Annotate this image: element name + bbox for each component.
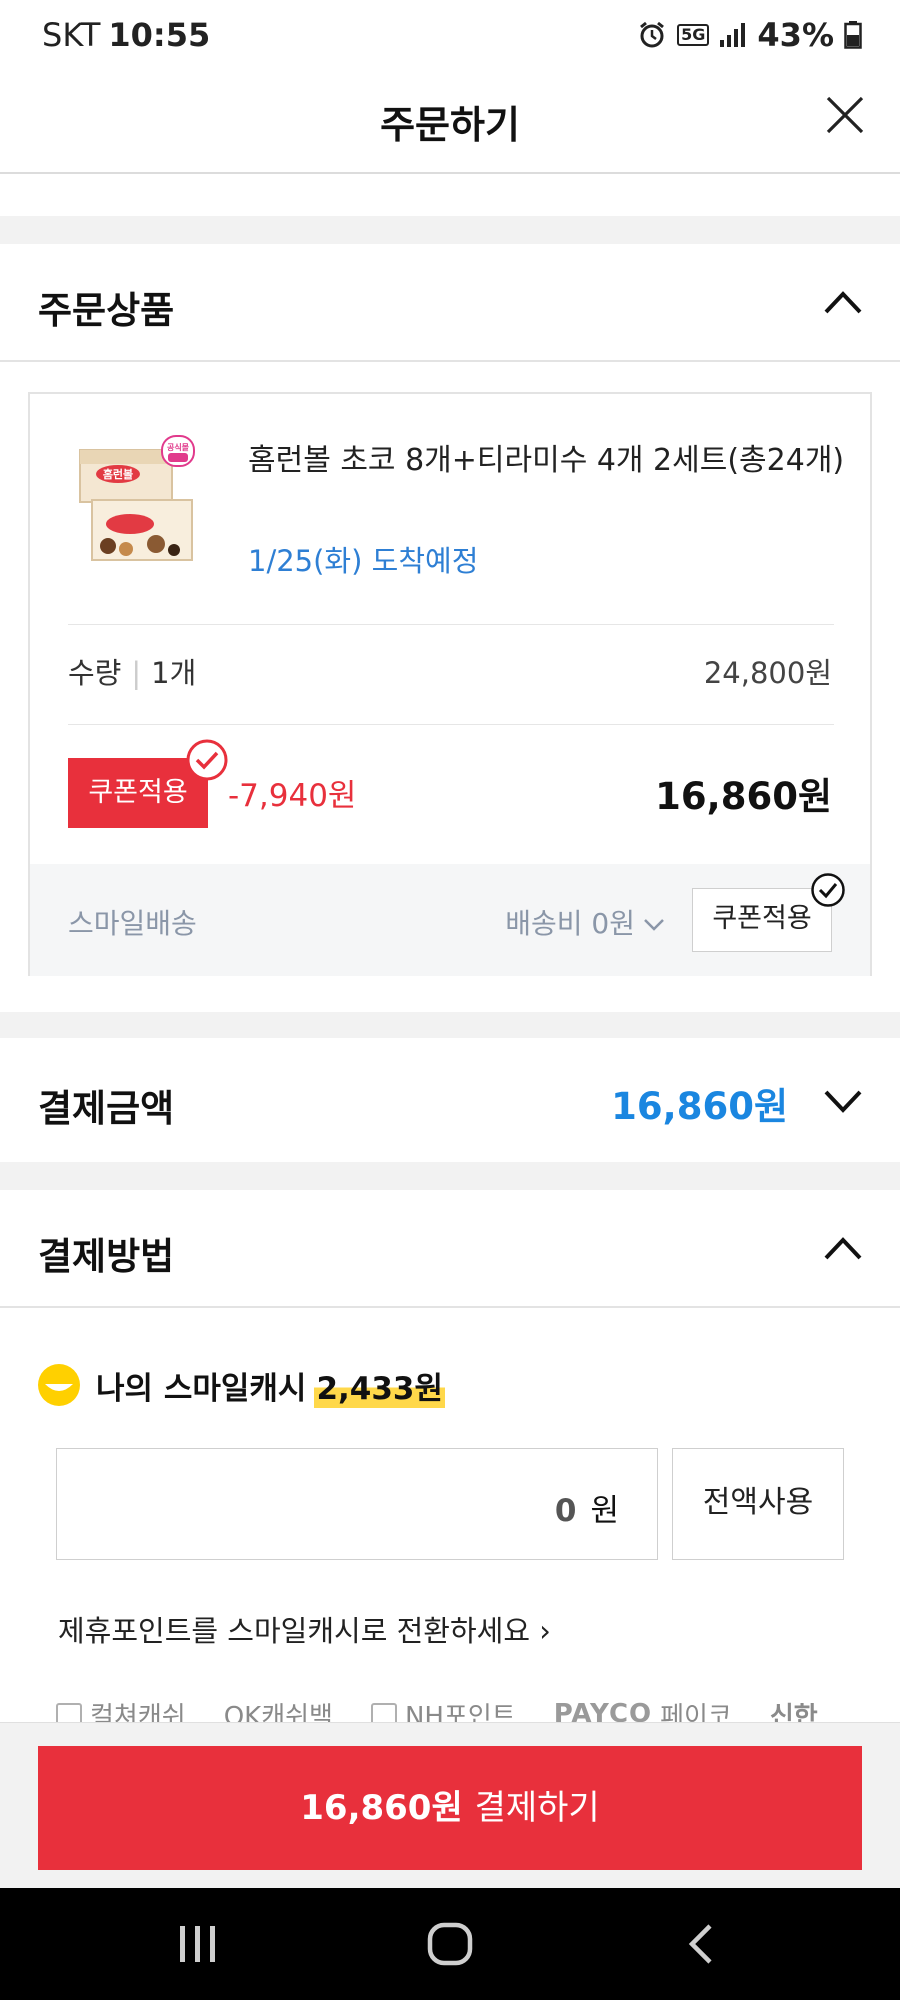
- chevron-down-icon[interactable]: [820, 1082, 866, 1122]
- smile-cash-input-value: 0원: [555, 1485, 619, 1530]
- status-right: 5G 43%: [637, 16, 862, 54]
- recent-apps-icon[interactable]: [176, 1922, 220, 1966]
- input-unit: 원: [590, 1493, 619, 1529]
- quantity-value: 1개: [151, 656, 197, 690]
- payment-amount-label: 결제금액: [38, 1087, 175, 1130]
- check-circle-icon: [186, 739, 228, 781]
- section-gap: [0, 1162, 900, 1190]
- network-type-icon: 5G: [677, 24, 710, 46]
- chevron-up-icon[interactable]: [820, 1228, 866, 1268]
- smile-cash-balance: 2,433원: [314, 1362, 446, 1408]
- chevron-down-icon: [644, 919, 664, 931]
- list-price: 24,800원: [703, 656, 832, 690]
- final-price: 16,860원: [655, 775, 832, 818]
- arrival-date: 1/25(화) 도착예정: [248, 544, 479, 578]
- input-amount: 0: [554, 1493, 577, 1529]
- system-nav-bar: [0, 1888, 900, 2000]
- shipping-row: 스마일배송 배송비 0원 쿠폰적용: [30, 864, 870, 976]
- page-title: 주문하기: [380, 103, 520, 147]
- convert-points-link[interactable]: 제휴포인트를 스마일캐시로 전환하세요 ›: [58, 1608, 551, 1650]
- quantity-row: 수량 | 1개: [68, 656, 197, 690]
- status-left: SKT 10:55: [42, 16, 210, 54]
- divider: [68, 624, 834, 625]
- product-image[interactable]: 홈런볼 공식몰: [70, 432, 198, 572]
- section-gap: [0, 1012, 900, 1038]
- smile-cash-icon: [38, 1364, 80, 1406]
- clock: 10:55: [108, 16, 211, 54]
- smile-cash-row: 나의 스마일캐시 2,433원: [36, 1362, 446, 1408]
- shipping-fee: 배송비 0원: [505, 907, 635, 940]
- smile-cash-label: 나의 스마일캐시: [96, 1370, 307, 1407]
- carrier-label: SKT: [42, 16, 101, 54]
- divider: [68, 724, 834, 725]
- shipping-fee-dropdown[interactable]: 배송비 0원: [505, 902, 665, 942]
- battery-percent: 43%: [757, 16, 834, 54]
- check-circle-icon: [811, 873, 845, 907]
- back-icon[interactable]: [686, 1922, 716, 1966]
- use-all-button[interactable]: 전액사용: [672, 1448, 844, 1560]
- order-item-card: 홈런볼 공식몰 홈런볼 초코 8개+티라미수 4개 2세트(총24개) 1/25…: [28, 392, 872, 976]
- payment-amount-row[interactable]: 결제금액 16,860원: [0, 1038, 900, 1162]
- smile-cash-input[interactable]: 0원: [56, 1448, 658, 1560]
- section-gap: [0, 216, 900, 244]
- product-name[interactable]: 홈런볼 초코 8개+티라미수 4개 2세트(총24개): [248, 436, 848, 486]
- pay-button-amount: 16,860원: [300, 1788, 463, 1828]
- product-image-label: 홈런볼: [103, 467, 133, 481]
- battery-icon: [844, 21, 862, 49]
- order-items-title: 주문상품: [38, 289, 175, 332]
- status-bar: SKT 10:55 5G 43%: [0, 0, 900, 72]
- product-image-badge: 공식몰: [167, 442, 190, 452]
- home-icon[interactable]: [427, 1922, 473, 1966]
- quantity-label: 수량: [68, 656, 122, 690]
- shipping-method: 스마일배송: [68, 907, 197, 940]
- alarm-icon: [640, 21, 665, 48]
- payment-method-header[interactable]: 결제방법: [0, 1190, 900, 1308]
- pay-button-label: 결제하기: [474, 1788, 600, 1828]
- discount-amount: -7,940원: [228, 778, 357, 814]
- chevron-up-icon[interactable]: [820, 282, 866, 322]
- signal-icon: [720, 23, 746, 47]
- close-icon[interactable]: [820, 90, 870, 140]
- pay-button[interactable]: 16,860원 결제하기: [38, 1746, 862, 1870]
- order-items-header[interactable]: 주문상품: [0, 244, 900, 362]
- payment-amount-value: 16,860원: [611, 1085, 788, 1128]
- payment-method-title: 결제방법: [38, 1235, 175, 1278]
- top-bar: 주문하기: [0, 72, 900, 174]
